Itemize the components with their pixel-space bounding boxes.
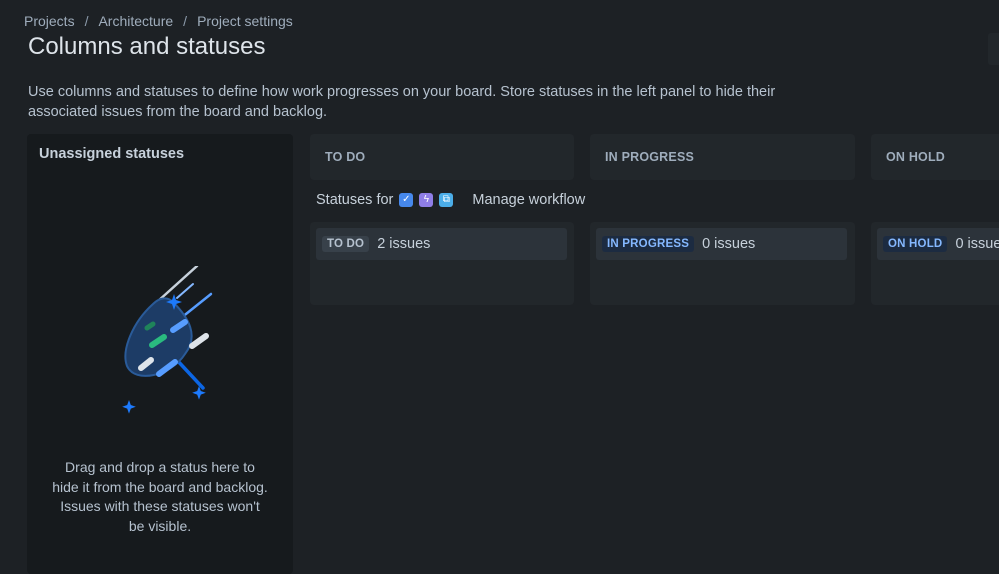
column-title: IN PROGRESS xyxy=(605,150,695,164)
issue-count: 0 issues xyxy=(702,236,756,252)
unassigned-statuses-panel[interactable]: Unassigned statuses Drag and drop a stat… xyxy=(27,134,293,574)
column-header-todo[interactable]: TO DO xyxy=(310,134,574,180)
unassigned-statuses-title: Unassigned statuses xyxy=(39,146,185,162)
status-lozenge: ON HOLD xyxy=(883,236,948,252)
epic-icon: ⧉ xyxy=(439,193,454,207)
column-body-in-progress[interactable]: IN PROGRESS 0 issues xyxy=(590,222,855,305)
breadcrumb: Projects / Architecture / Project settin… xyxy=(24,13,293,29)
issue-count: 0 issues xyxy=(955,236,999,252)
status-card-on-hold[interactable]: ON HOLD 0 issues xyxy=(877,228,999,260)
status-card-in-progress[interactable]: IN PROGRESS 0 issues xyxy=(596,228,847,260)
column-header-on-hold[interactable]: ON HOLD xyxy=(871,134,999,180)
manage-workflow-button[interactable]: Manage workflow xyxy=(472,192,585,208)
empty-state-illustration xyxy=(122,266,213,414)
statuses-for-label: Statuses for xyxy=(316,192,394,208)
breadcrumb-projects[interactable]: Projects xyxy=(24,13,75,29)
breadcrumb-separator: / xyxy=(84,13,89,29)
streak-line xyxy=(155,266,199,304)
status-card-todo[interactable]: TO DO 2 issues xyxy=(316,228,567,260)
page-description: Use columns and statuses to define how w… xyxy=(28,84,776,120)
header-action-button[interactable] xyxy=(988,33,999,65)
breadcrumb-separator: / xyxy=(183,13,188,29)
streak-line xyxy=(176,283,194,299)
sparkle-icon xyxy=(122,400,136,414)
column-title: TO DO xyxy=(325,150,366,164)
column-body-on-hold[interactable]: ON HOLD 0 issues xyxy=(871,222,999,305)
issue-count: 2 issues xyxy=(377,236,431,252)
bar-shape xyxy=(144,321,156,331)
statuses-for-row: Statuses for ✓ ϟ ⧉ Manage workflow xyxy=(316,192,585,208)
status-lozenge: TO DO xyxy=(322,236,370,252)
bar-shape xyxy=(189,333,209,349)
column-header-in-progress[interactable]: IN PROGRESS xyxy=(590,134,855,180)
unassigned-hint-text: Drag and drop a status here to hide it f… xyxy=(52,459,268,535)
page-title: Columns and statuses xyxy=(28,33,266,60)
column-body-todo[interactable]: TO DO 2 issues xyxy=(310,222,574,305)
subtask-icon: ϟ xyxy=(419,193,434,207)
column-title: ON HOLD xyxy=(886,150,946,164)
breadcrumb-architecture[interactable]: Architecture xyxy=(98,13,173,29)
breadcrumb-project-settings[interactable]: Project settings xyxy=(197,13,293,29)
status-lozenge: IN PROGRESS xyxy=(602,236,695,252)
task-icon: ✓ xyxy=(399,193,414,207)
